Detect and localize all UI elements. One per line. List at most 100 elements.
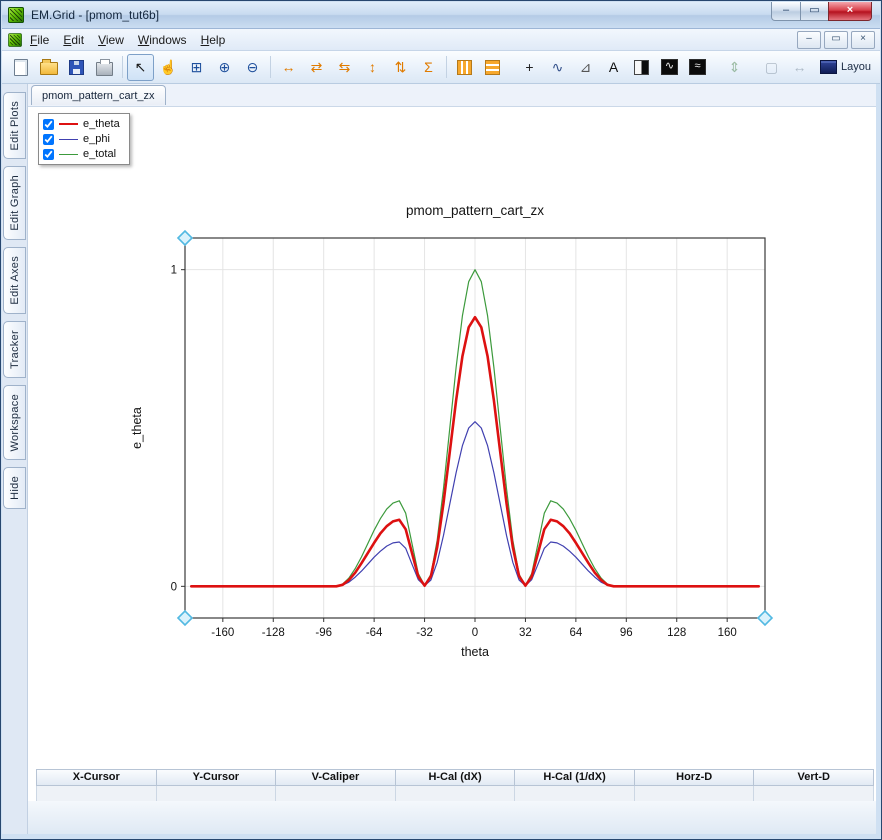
autoscale-button[interactable]: Σ (415, 54, 442, 81)
expand-vertical-icon: ⇅ (394, 59, 407, 75)
mdi-minimize-button[interactable]: – (797, 30, 821, 49)
open-icon (39, 59, 58, 75)
legend-checkbox-e-total[interactable] (43, 148, 54, 160)
x-tick-label: -32 (416, 627, 433, 639)
zoom-in-icon: ⊕ (218, 59, 231, 75)
sidebar-tab-tracker[interactable]: Tracker (3, 320, 26, 378)
legend-checkbox-e-phi[interactable] (43, 133, 54, 145)
horizontal-stripes-button[interactable] (479, 54, 506, 81)
new-file-button[interactable] (7, 54, 34, 81)
legend-line-swatch (59, 153, 78, 155)
toolbar-separator (446, 56, 447, 78)
zoom-in-button[interactable]: ⊕ (211, 54, 238, 81)
pan-tool-button[interactable]: ☝ (155, 54, 182, 81)
axis-resize-handle-bottom-left[interactable] (176, 609, 194, 627)
minimize-button[interactable]: – (771, 2, 801, 21)
vertical-stripes-button[interactable] (451, 54, 478, 81)
y-tick-label: 0 (171, 581, 177, 593)
toolbar-separator (270, 56, 271, 78)
document-tab[interactable]: pmom_pattern_cart_zx (31, 85, 166, 105)
menu-file[interactable]: File (23, 31, 56, 49)
mdi-restore-button[interactable]: ▭ (824, 30, 848, 49)
window-title: EM.Grid - [pmom_tut6b] (31, 8, 160, 22)
waveform-multi-button[interactable]: ≈ (684, 54, 711, 81)
sidebar-tab-label: Workspace (8, 393, 21, 452)
sidebar-tab-hide[interactable]: Hide (3, 467, 26, 509)
status-table-header: X-Cursor Y-Cursor V-Caliper H-Cal (dX) H-Cal… (36, 769, 875, 786)
crosshair-icon: + (525, 59, 534, 75)
zoom-out-button[interactable]: ⊖ (239, 54, 266, 81)
x-tick-label: -64 (366, 627, 383, 639)
legend-line-swatch (59, 138, 78, 140)
document-icon (8, 32, 22, 47)
menu-windows[interactable]: Windows (131, 31, 194, 49)
expand-vertical-button[interactable]: ⇅ (387, 54, 414, 81)
axis-resize-handle-top-left[interactable] (176, 229, 194, 247)
caliper-button[interactable]: ⊿ (572, 54, 599, 81)
legend-item-e-theta: e_theta (43, 118, 120, 130)
autoscale-icon: Σ (424, 59, 433, 75)
x-tick-label: -160 (211, 627, 234, 639)
sidebar-tab-edit-graph[interactable]: Edit Graph (3, 166, 26, 241)
waveform-button[interactable]: ∿ (656, 54, 683, 81)
text-annotation-icon: A (608, 59, 619, 75)
legend-item-e-phi: e_phi (43, 133, 120, 145)
y-tick-label: 1 (171, 265, 177, 277)
fit-height-button[interactable]: ↕ (359, 54, 386, 81)
curve-axes-button[interactable]: ∿ (544, 54, 571, 81)
zoom-window-icon: ⊞ (190, 59, 203, 75)
curve-axes-icon: ∿ (551, 59, 564, 75)
app-window: EM.Grid - [pmom_tut6b] – ▭ × File Edit Vie… (0, 0, 882, 840)
measure-disabled-button[interactable]: ↔ (786, 54, 813, 81)
title-bar: EM.Grid - [pmom_tut6b] – ▭ × (2, 2, 880, 29)
toolbar-separator (122, 56, 123, 78)
plot-style-button[interactable] (628, 54, 655, 81)
maximize-button[interactable]: ▭ (801, 2, 828, 21)
text-annotation-button[interactable]: A (600, 54, 627, 81)
fit-page-disabled-button[interactable]: ⇕ (721, 54, 748, 81)
legend-label: e_theta (83, 118, 120, 130)
menu-items: File Edit View Windows Help (23, 31, 232, 49)
table-header-horz-d: Horz-D (634, 769, 755, 786)
print-button[interactable] (91, 54, 118, 81)
select-region-disabled-button[interactable]: ▢ (758, 54, 785, 81)
sidebar-tab-label: Edit Graph (8, 175, 21, 232)
table-header-h-cal-dx: H-Cal (dX) (395, 769, 516, 786)
menu-help[interactable]: Help (194, 31, 233, 49)
crosshair-button[interactable]: + (516, 54, 543, 81)
plot-style-icon (634, 59, 649, 75)
legend-label: e_total (83, 148, 117, 160)
new-file-icon (13, 58, 28, 76)
menu-edit[interactable]: Edit (56, 31, 91, 49)
fit-width-button[interactable]: ↔ (275, 54, 302, 81)
x-tick-label: -96 (315, 627, 332, 639)
close-button[interactable]: × (828, 2, 872, 21)
fit-height-icon: ↕ (369, 59, 376, 75)
layout-select[interactable]: Layou (815, 54, 876, 81)
main-toolbar: ↖ ☝ ⊞ ⊕ ⊖ ↔ ⇄ ⇆ ↕ ⇅ Σ + ∿ ⊿ A ∿ ≈ ⇕ ▢ ↔ Layou (2, 51, 880, 84)
shrink-horizontal-button[interactable]: ⇆ (331, 54, 358, 81)
axis-resize-handle-bottom-right[interactable] (756, 609, 774, 627)
expand-horizontal-icon: ⇄ (310, 59, 323, 75)
window-controls: – ▭ × (771, 2, 872, 21)
mdi-close-button[interactable]: × (851, 30, 875, 49)
menu-bar: File Edit View Windows Help – ▭ × (2, 29, 880, 51)
table-header-x-cursor: X-Cursor (36, 769, 157, 786)
open-button[interactable] (35, 54, 62, 81)
save-button[interactable] (63, 54, 90, 81)
x-tick-label: -128 (262, 627, 285, 639)
caliper-icon: ⊿ (579, 59, 592, 75)
legend-checkbox-e-theta[interactable] (43, 118, 54, 130)
sidebar-tab-edit-plots[interactable]: Edit Plots (3, 92, 26, 160)
expand-horizontal-button[interactable]: ⇄ (303, 54, 330, 81)
legend-line-swatch (59, 123, 78, 125)
sidebar-tab-workspace[interactable]: Workspace (3, 384, 26, 461)
sidebar-tab-edit-axes[interactable]: Edit Axes (3, 247, 26, 314)
x-tick-label: 0 (472, 627, 478, 639)
measure-disabled-icon: ↔ (792, 59, 807, 75)
x-tick-label: 32 (519, 627, 532, 639)
select-tool-button[interactable]: ↖ (127, 53, 154, 81)
menu-view[interactable]: View (91, 31, 131, 49)
zoom-window-button[interactable]: ⊞ (183, 54, 210, 81)
x-tick-label: 128 (667, 627, 686, 639)
